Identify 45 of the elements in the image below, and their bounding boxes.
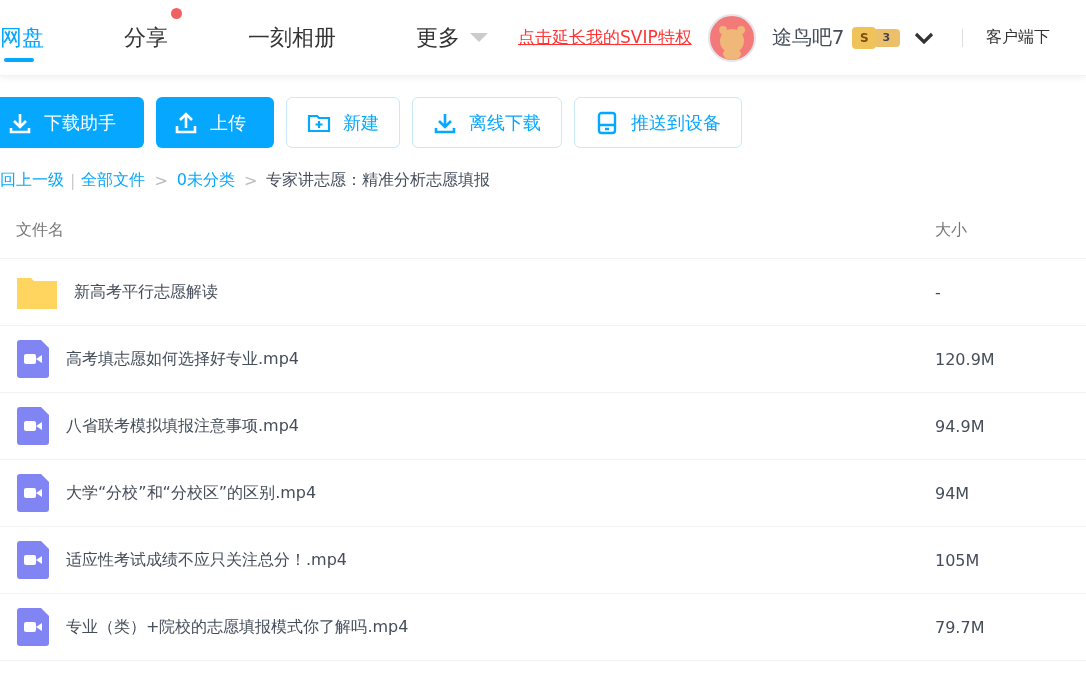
nav-tab[interactable]: 分享 (124, 0, 182, 75)
file-name[interactable]: 八省联考模拟填报注意事项.mp4 (66, 415, 299, 437)
toolbar-button[interactable]: 离线下载 (412, 97, 562, 148)
breadcrumb-separator: > (244, 171, 258, 190)
video-file-icon (17, 340, 49, 378)
breadcrumb-link[interactable]: 0未分类 (176, 170, 235, 191)
file-name[interactable]: 适应性考试成绩不应只关注总分！.mp4 (66, 549, 347, 571)
device-icon (595, 110, 619, 135)
client-download-link[interactable]: 客户端下 (986, 27, 1051, 48)
video-file-icon (17, 608, 49, 646)
breadcrumb-link[interactable]: 全部文件 (81, 170, 146, 191)
nav-tab[interactable]: 网盘 (0, 0, 58, 75)
nav-tab[interactable]: 一刻相册 (248, 0, 350, 75)
file-size: 105M (935, 550, 980, 570)
notification-dot (171, 8, 182, 19)
file-size: - (935, 282, 941, 302)
toolbar-button[interactable]: 推送到设备 (574, 97, 742, 148)
video-file-icon (17, 407, 49, 445)
avatar[interactable] (707, 13, 756, 62)
breadcrumb-separator: > (154, 171, 168, 190)
file-size: 94M (935, 483, 970, 503)
file-name[interactable]: 专业（类）+院校的志愿填报模式你了解吗.mp4 (66, 616, 409, 638)
user-name[interactable]: 途鸟吧7 (771, 24, 845, 51)
file-size: 94.9M (935, 416, 985, 436)
current-folder: 专家讲志愿：精准分析志愿填报 (266, 170, 491, 191)
folder-icon (17, 275, 57, 309)
divider: | (70, 171, 76, 190)
file-size: 120.9M (935, 349, 995, 369)
column-header[interactable]: 文件名 (0, 220, 935, 241)
video-file-icon (17, 541, 49, 579)
toolbar-button[interactable]: 上传 (156, 97, 274, 148)
column-header[interactable]: 大小 (935, 220, 967, 241)
toolbar-button[interactable]: 新建 (286, 97, 400, 148)
toolbar-button[interactable]: 下载助手 (0, 97, 144, 148)
file-name[interactable]: 大学“分校”和“分校区”的区别.mp4 (66, 482, 317, 504)
file-name[interactable]: 新高考平行志愿解读 (74, 281, 218, 303)
nav-tab[interactable]: 更多 (416, 0, 502, 75)
back-link[interactable]: 回上一级 (0, 170, 64, 191)
video-file-icon (17, 474, 49, 512)
file-name[interactable]: 高考填志愿如何选择好专业.mp4 (66, 348, 299, 370)
file-size: 79.7M (935, 617, 985, 637)
caret-icon (470, 33, 488, 42)
chevron-down-icon[interactable] (914, 31, 935, 44)
upload-icon (174, 110, 198, 135)
promo-link[interactable]: 点击延长我的SVIP特权 (518, 26, 692, 49)
